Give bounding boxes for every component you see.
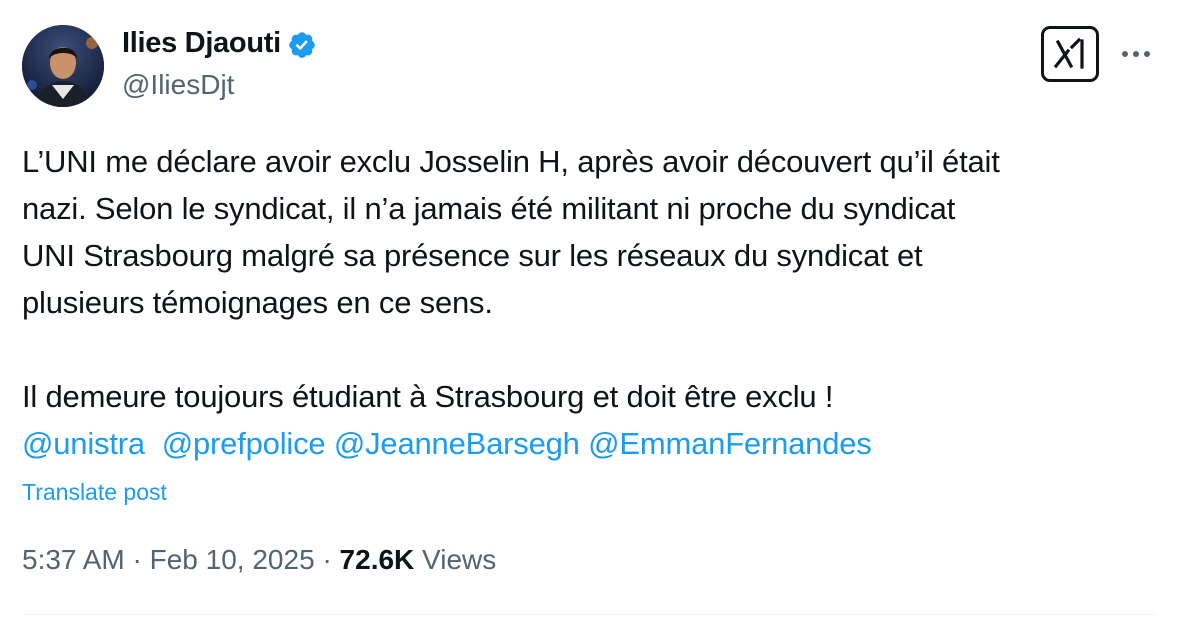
author-handle[interactable]: @IliesDjt xyxy=(122,69,234,101)
verified-badge-icon xyxy=(289,31,315,58)
translate-post-link[interactable]: Translate post xyxy=(22,479,167,506)
grok-button[interactable] xyxy=(1041,26,1099,82)
mention-jeannebarsegh[interactable]: @JeanneBarsegh xyxy=(334,426,580,461)
grok-icon xyxy=(1053,37,1084,69)
post-meta: 5:37 AM · Feb 10, 2025 · 72.6K Views xyxy=(22,544,496,576)
post-line: Il demeure toujours étudiant à Strasbour… xyxy=(22,379,834,414)
post-line: nazi. Selon le syndicat, il n’a jamais é… xyxy=(22,191,956,226)
more-options-button[interactable] xyxy=(1118,38,1154,70)
tweet-card: Ilies Djaouti @IliesDjt L’UNI me déclare… xyxy=(0,0,1178,630)
mention-unistra[interactable]: @unistra xyxy=(22,426,145,461)
author-display-name[interactable]: Ilies Djaouti xyxy=(122,27,281,60)
meta-separator: · xyxy=(322,544,332,575)
divider xyxy=(22,614,1155,615)
post-time[interactable]: 5:37 AM xyxy=(22,544,125,575)
more-dots-icon xyxy=(1122,51,1150,57)
meta-separator: · xyxy=(132,544,142,575)
mention-prefpolice[interactable]: @prefpolice xyxy=(162,426,326,461)
mention-emmanfernandes[interactable]: @EmmanFernandes xyxy=(588,426,872,461)
mentions-line: @unistra @prefpolice @JeanneBarsegh @Emm… xyxy=(22,420,1152,467)
post-line: UNI Strasbourg malgré sa présence sur le… xyxy=(22,238,923,273)
avatar[interactable] xyxy=(22,25,104,107)
post-date[interactable]: Feb 10, 2025 xyxy=(150,544,315,575)
profile-photo-icon xyxy=(22,25,104,107)
author-name-row: Ilies Djaouti xyxy=(122,27,317,60)
post-text: L’UNI me déclare avoir exclu Josselin H,… xyxy=(22,138,1152,467)
views-count: 72.6K xyxy=(339,544,415,575)
post-line: plusieurs témoignages en ce sens. xyxy=(22,285,493,320)
post-line: L’UNI me déclare avoir exclu Josselin H,… xyxy=(22,144,1000,179)
views-label: Views xyxy=(422,544,497,575)
